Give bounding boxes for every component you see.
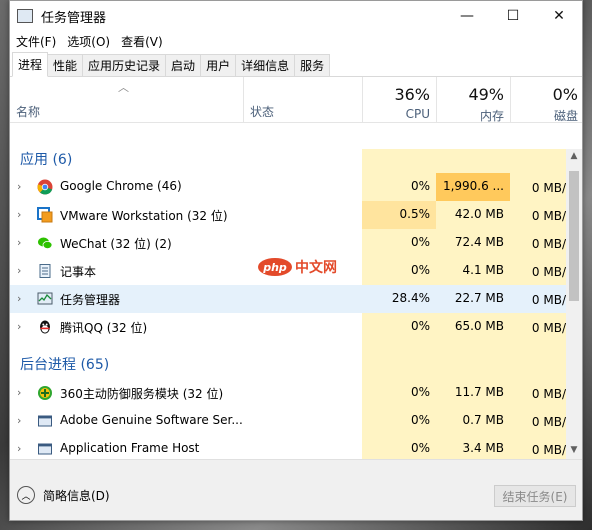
process-row[interactable]: › 任务管理器 28.4% 22.7 MB 0 MB/秒: [10, 285, 578, 313]
process-row[interactable]: › VMware Workstation (32 位) 0.5% 42.0 MB 0 M…: [10, 201, 578, 229]
maximize-button[interactable]: ☐: [490, 1, 536, 31]
notepad-icon: [37, 263, 53, 279]
process-name: 记事本: [60, 265, 97, 279]
scroll-up-icon[interactable]: ▲: [566, 151, 582, 161]
scroll-down-icon[interactable]: ▼: [566, 445, 582, 455]
column-cpu[interactable]: 36% CPU: [362, 77, 436, 123]
fewer-details-button[interactable]: ︿ 简略信息(D): [17, 486, 110, 504]
process-cpu: 0%: [410, 235, 430, 249]
adobe-icon: [37, 413, 53, 429]
process-row[interactable]: › 记事本 0% 4.1 MB 0 MB/秒: [10, 257, 578, 285]
cpu-label: CPU: [405, 107, 430, 121]
process-row[interactable]: › 腾讯QQ (32 位) 0% 65.0 MB 0 MB/秒: [10, 313, 578, 341]
task-manager-window: 任务管理器 — ☐ ✕ 文件(F) 选项(O) 查看(V) 进程 性能 应用历史…: [9, 0, 583, 521]
process-cpu: 0%: [410, 319, 430, 333]
tab-services[interactable]: 服务: [294, 54, 331, 76]
tab-users[interactable]: 用户: [200, 54, 237, 76]
process-name: 360主动防御服务模块 (32 位): [60, 387, 224, 401]
menu-file[interactable]: 文件(F): [14, 33, 65, 50]
process-mem: 65.0 MB: [454, 319, 504, 333]
tab-processes[interactable]: 进程: [12, 52, 49, 77]
process-name: VMware Workstation (32 位): [60, 209, 228, 223]
process-row[interactable]: › Adobe Genuine Software Ser... 0% 0.7 MB 0 …: [10, 407, 578, 435]
tab-details[interactable]: 详细信息: [235, 54, 296, 76]
process-cpu: 28.4%: [391, 291, 430, 305]
tab-performance[interactable]: 性能: [47, 54, 84, 76]
process-name: 任务管理器: [60, 293, 121, 307]
process-cpu: 0%: [410, 413, 430, 427]
scroll-thumb[interactable]: [569, 171, 579, 301]
process-mem: 3.4 MB: [462, 441, 504, 455]
column-memory[interactable]: 49% 内存: [436, 77, 510, 123]
process-name: Adobe Genuine Software Ser...: [60, 413, 243, 427]
close-button[interactable]: ✕: [536, 1, 582, 31]
end-task-button[interactable]: 结束任务(E): [494, 485, 576, 507]
sort-up-icon: ︿: [118, 81, 129, 94]
expand-chevron-icon[interactable]: ›: [17, 180, 21, 193]
chevron-up-circle-icon: ︿: [17, 486, 35, 504]
column-name[interactable]: 名称: [16, 103, 40, 120]
menu-options[interactable]: 选项(O): [65, 33, 119, 50]
process-name: WeChat (32 位) (2): [60, 237, 172, 251]
disk-total: 0%: [552, 85, 578, 104]
process-name: 腾讯QQ (32 位): [60, 321, 148, 335]
column-status[interactable]: 状态: [250, 103, 274, 120]
group-background: 后台进程 (65): [20, 357, 110, 373]
expand-chevron-icon[interactable]: ›: [17, 236, 21, 249]
process-mem: 4.1 MB: [462, 263, 504, 277]
footer-bar: ︿ 简略信息(D) 结束任务(E): [10, 459, 582, 520]
app-frame-icon: [37, 441, 53, 457]
process-mem: 1,990.6 ...: [442, 179, 504, 193]
vmware-icon: [37, 207, 53, 223]
chrome-icon: [37, 179, 53, 195]
expand-chevron-icon[interactable]: ›: [17, 414, 21, 427]
task-manager-app-icon: [17, 9, 33, 23]
process-cpu: 0%: [410, 441, 430, 455]
memory-total: 49%: [468, 85, 504, 104]
menu-bar: 文件(F) 选项(O) 查看(V): [10, 31, 582, 51]
tab-startup[interactable]: 启动: [165, 54, 202, 76]
minimize-button[interactable]: —: [444, 1, 490, 31]
process-cpu: 0%: [410, 263, 430, 277]
column-disk[interactable]: 0% 磁盘: [510, 77, 582, 123]
process-cpu: 0%: [410, 179, 430, 193]
process-mem: 72.4 MB: [454, 235, 504, 249]
process-row[interactable]: › 360主动防御服务模块 (32 位) 0% 11.7 MB 0 MB/秒: [10, 379, 578, 407]
process-row[interactable]: › Google Chrome (46) 0% 1,990.6 ... 0 MB/秒: [10, 173, 578, 201]
menu-view[interactable]: 查看(V): [119, 33, 172, 50]
process-row[interactable]: › Application Frame Host 0% 3.4 MB 0 MB/秒: [10, 435, 578, 461]
wechat-icon: [37, 235, 53, 251]
window-title: 任务管理器: [41, 10, 107, 26]
task-manager-icon: [37, 291, 53, 307]
expand-chevron-icon[interactable]: ›: [17, 208, 21, 221]
expand-chevron-icon[interactable]: ›: [17, 442, 21, 455]
process-list: 应用 (6) › Google Chrome (46) 0% 1,990.6 ... 0…: [10, 149, 582, 461]
vertical-scrollbar[interactable]: ▲ ▼: [566, 149, 582, 461]
process-cpu: 0.5%: [399, 207, 431, 221]
process-mem: 0.7 MB: [462, 413, 504, 427]
tab-strip: 进程 性能 应用历史记录 启动 用户 详细信息 服务: [10, 51, 582, 77]
fewer-details-label: 简略信息(D): [43, 488, 110, 503]
column-header: ︿ 名称 状态 36% CPU 49% 内存 0% 磁盘: [10, 77, 582, 123]
title-bar[interactable]: 任务管理器 — ☐ ✕: [10, 1, 582, 31]
process-cpu: 0%: [410, 385, 430, 399]
process-mem: 11.7 MB: [454, 385, 504, 399]
expand-chevron-icon[interactable]: ›: [17, 320, 21, 333]
qq-icon: [37, 319, 53, 335]
process-name: Google Chrome (46): [60, 179, 182, 193]
expand-chevron-icon[interactable]: ›: [17, 386, 21, 399]
process-row[interactable]: › WeChat (32 位) (2) 0% 72.4 MB 0 MB/秒: [10, 229, 578, 257]
process-mem: 22.7 MB: [454, 291, 504, 305]
disk-label: 磁盘: [553, 109, 578, 123]
expand-chevron-icon[interactable]: ›: [17, 264, 21, 277]
expand-chevron-icon[interactable]: ›: [17, 292, 21, 305]
tab-app-history[interactable]: 应用历史记录: [82, 54, 167, 76]
process-mem: 42.0 MB: [454, 207, 504, 221]
cpu-total: 36%: [394, 85, 430, 104]
memory-label: 内存: [479, 109, 504, 123]
process-name: Application Frame Host: [60, 441, 200, 455]
360-icon: [37, 385, 53, 401]
group-apps: 应用 (6): [20, 152, 73, 168]
